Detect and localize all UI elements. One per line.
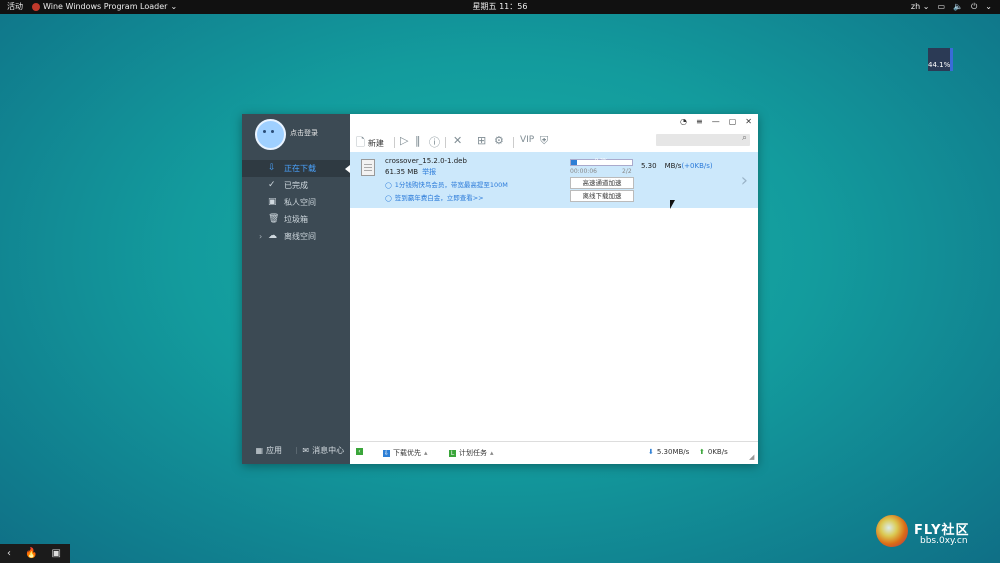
chevron-right-icon[interactable]: › xyxy=(259,228,262,245)
fly-logo xyxy=(876,515,908,547)
info-icon[interactable]: ⓘ xyxy=(429,134,440,150)
report-link[interactable]: 举报 xyxy=(422,168,436,176)
check-circle-icon: ✓ xyxy=(268,180,276,190)
message-center-button[interactable]: ✉ 消息中心 xyxy=(297,445,351,456)
chevron-left-icon[interactable]: ‹ xyxy=(7,548,11,559)
play-icon[interactable]: ▷ xyxy=(400,134,408,147)
delete-icon[interactable]: ✕ xyxy=(453,134,462,147)
message-icon: ✉ xyxy=(302,446,310,455)
close-icon[interactable]: ✕ xyxy=(745,117,752,126)
apps-icon: ▦ xyxy=(255,446,264,455)
new-file-icon: 🗋 xyxy=(356,136,365,149)
offline-accel-button[interactable]: 离线下载加速 xyxy=(570,190,634,202)
download-window: 点击登录 ⇩ 正在下载 ✓ 已完成 ▣ 私人空间 🗑 垃圾箱 › ☁ 离线空间 … xyxy=(242,114,758,464)
trash-icon: 🗑 xyxy=(268,214,280,224)
promo-link-1[interactable]: ◯ 1分钱购快鸟会员，带宽最高提至100M xyxy=(385,179,508,189)
login-link[interactable]: 点击登录 xyxy=(290,128,318,138)
down-arrow-icon: ⬇ xyxy=(648,448,654,456)
plan-icon: L xyxy=(449,449,456,457)
progress-fill xyxy=(571,160,577,165)
caret-icon: ▴ xyxy=(424,449,428,457)
task-size: 61.35 MB 举报 xyxy=(385,168,437,176)
caret-icon: ▴ xyxy=(490,449,494,457)
vip-icon[interactable]: VIP xyxy=(520,135,534,145)
menu-icon[interactable]: ≡ xyxy=(696,117,703,126)
priority-icon: ⇩ xyxy=(383,449,390,457)
promo-link-2[interactable]: ◯ 签到赢年费白金，立即查看>> xyxy=(385,192,484,202)
file-icon xyxy=(361,159,375,176)
launcher-icon[interactable]: 🔥 xyxy=(25,548,37,559)
taskbar: ‹ 🔥 ▣ xyxy=(0,544,70,563)
sidebar-item-trash[interactable]: 🗑 垃圾箱 xyxy=(242,211,350,228)
settings-icon[interactable]: ⚙ xyxy=(494,134,504,147)
network-widget[interactable]: 44.1% xyxy=(928,48,953,71)
chevron-right-icon[interactable]: › xyxy=(741,170,748,191)
download-icon: ⇩ xyxy=(268,163,276,173)
progress-label: 9.2% xyxy=(595,158,608,164)
collapse-button[interactable]: ‹ xyxy=(356,448,363,455)
chevron-left-icon: ‹ xyxy=(356,448,363,455)
divider xyxy=(445,137,446,148)
resize-grip-icon[interactable]: ◢ xyxy=(749,453,754,461)
download-priority-button[interactable]: ⇩ 下载优先 ▴ xyxy=(383,448,428,458)
task-filename: crossover_15.2.0-1.deb xyxy=(385,157,467,165)
maximize-icon[interactable]: ▢ xyxy=(729,117,737,126)
watermark: FLY社区 bbs.0xy.cn xyxy=(876,505,996,560)
volume-icon[interactable]: 🔈 xyxy=(953,0,963,14)
screen-icon[interactable]: ▭ xyxy=(937,0,945,14)
lock-icon: ▣ xyxy=(268,197,277,207)
elapsed-time: 00:00:06 xyxy=(570,168,597,175)
search-input[interactable]: ⌕ xyxy=(656,133,750,146)
apps-button[interactable]: ▦ 应用 xyxy=(242,445,296,456)
up-arrow-icon: ⬆ xyxy=(699,448,705,456)
bullet-icon: ◯ xyxy=(385,195,392,202)
mouse-cursor xyxy=(670,200,675,209)
sidebar: 点击登录 ⇩ 正在下载 ✓ 已完成 ▣ 私人空间 🗑 垃圾箱 › ☁ 离线空间 … xyxy=(242,114,350,464)
connection-count: 2/2 xyxy=(622,168,632,175)
sidebar-nav: ⇩ 正在下载 ✓ 已完成 ▣ 私人空间 🗑 垃圾箱 › ☁ 离线空间 xyxy=(242,160,350,245)
bullet-icon: ◯ xyxy=(385,182,392,189)
task-speed: 5.30 MB/s(+0KB/s) xyxy=(641,162,713,170)
upload-speed: ⬆ 0KB/s xyxy=(699,448,728,456)
status-bar: ‹ ⇩ 下载优先 ▴ L 计划任务 ▴ ⬇ 5.30MB/s ⬆ 0KB/s ◢ xyxy=(350,441,758,464)
minimize-icon[interactable]: — xyxy=(712,117,720,126)
grid-icon[interactable]: ⊞ xyxy=(477,134,486,147)
high-speed-button[interactable]: 高速通道加速 xyxy=(570,177,634,189)
sidebar-item-downloading[interactable]: ⇩ 正在下载 xyxy=(242,160,350,177)
pause-icon[interactable]: ‖ xyxy=(415,134,421,147)
progress-bar: 9.2% xyxy=(570,158,633,166)
status-area[interactable]: zh ⌄ ▭ 🔈 ⏻ ⌄ xyxy=(911,0,992,14)
new-task-button[interactable]: 🗋 新建 xyxy=(356,134,384,153)
toolbar: 🗋 新建 ▷ ‖ ⓘ ✕ ⊞ ⚙ VIP ⛨ ⌕ xyxy=(350,132,758,152)
skin-icon[interactable]: ◔ xyxy=(680,117,687,126)
chevron-down-icon[interactable]: ⌄ xyxy=(985,0,992,14)
power-icon[interactable]: ⏻ xyxy=(971,0,977,14)
widget-percent: 44.1% xyxy=(928,61,951,69)
window-controls: ◔ ≡ — ▢ ✕ xyxy=(680,117,752,126)
divider xyxy=(513,137,514,148)
download-speed: ⬇ 5.30MB/s xyxy=(648,448,690,456)
avatar[interactable] xyxy=(255,119,286,150)
shield-icon[interactable]: ⛨ xyxy=(540,134,548,148)
clock[interactable]: 星期五 11：56 xyxy=(0,0,1000,14)
sidebar-item-private[interactable]: ▣ 私人空间 xyxy=(242,194,350,211)
sidebar-bottom: ▦ 应用 ✉ 消息中心 xyxy=(242,445,350,456)
main-panel: ◔ ≡ — ▢ ✕ 🗋 新建 ▷ ‖ ⓘ ✕ ⊞ ⚙ VIP ⛨ ⌕ cross… xyxy=(350,114,758,464)
task-row[interactable]: crossover_15.2.0-1.deb 61.35 MB 举报 ◯ 1分钱购快… xyxy=(350,152,758,208)
divider xyxy=(394,137,395,148)
search-icon: ⌕ xyxy=(741,133,747,143)
cloud-icon: ☁ xyxy=(268,231,277,241)
window-icon[interactable]: ▣ xyxy=(51,548,60,559)
sidebar-item-offline[interactable]: › ☁ 离线空间 xyxy=(242,228,350,245)
watermark-url: bbs.0xy.cn xyxy=(920,536,968,546)
language-indicator[interactable]: zh ⌄ xyxy=(911,0,930,14)
sidebar-item-completed[interactable]: ✓ 已完成 xyxy=(242,177,350,194)
top-bar: 活动 Wine Windows Program Loader ⌄ 星期五 11：… xyxy=(0,0,1000,14)
scheduled-task-button[interactable]: L 计划任务 ▴ xyxy=(449,448,494,458)
